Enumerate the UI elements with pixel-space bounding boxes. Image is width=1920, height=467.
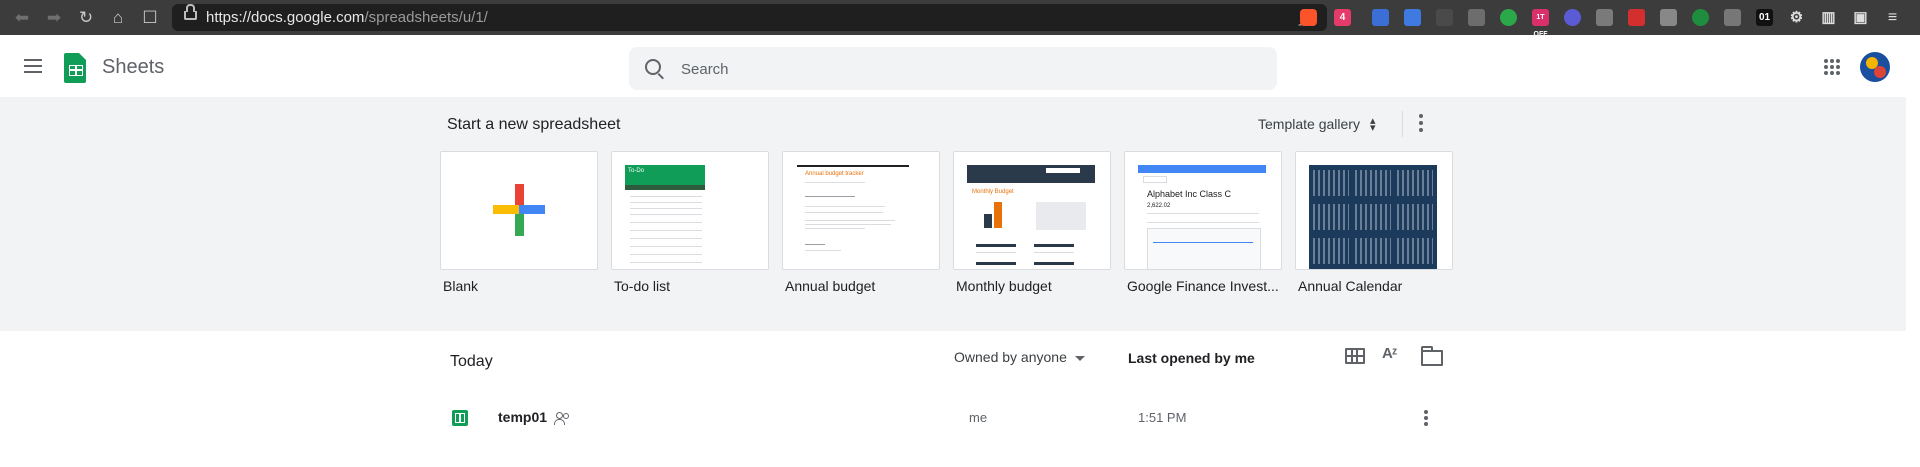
- plus-icon: [493, 184, 545, 236]
- sheets-file-icon: [452, 410, 468, 426]
- sort-az-icon[interactable]: Aᶻ: [1382, 345, 1397, 362]
- file-owner: me: [969, 410, 988, 425]
- template-card-annual-budget[interactable]: Annual budget tracker: [782, 151, 940, 270]
- extension-icon-9[interactable]: [1628, 9, 1645, 26]
- extension-icon-5[interactable]: [1500, 9, 1517, 26]
- extension-icon-12[interactable]: [1724, 9, 1741, 26]
- file-row[interactable]: temp01 me 1:51 PM: [440, 396, 1440, 440]
- more-options-icon[interactable]: [1416, 111, 1426, 137]
- camera-icon[interactable]: [1468, 9, 1485, 26]
- file-last-opened: 1:51 PM: [1138, 410, 1187, 425]
- dropdown-arrow-icon: [1074, 355, 1085, 361]
- extension-icon-10[interactable]: [1660, 9, 1677, 26]
- files-section-title: Today: [450, 353, 493, 370]
- url-text: https://docs.google.com/spreadsheets/u/1…: [206, 9, 488, 26]
- template-card-finance[interactable]: Alphabet Inc Class C 2,622.02: [1124, 151, 1282, 270]
- template-card-todo[interactable]: To-Do: [611, 151, 769, 270]
- template-card-monthly-budget[interactable]: Monthly Budget: [953, 151, 1111, 270]
- template-section-title: Start a new spreadsheet: [447, 116, 621, 133]
- sheets-logo-icon[interactable]: [64, 53, 86, 83]
- extension-icon-11[interactable]: [1692, 9, 1709, 26]
- template-card-annual-calendar[interactable]: [1295, 151, 1453, 270]
- extension-icon-7[interactable]: [1564, 9, 1581, 26]
- extension-icon-8[interactable]: [1596, 9, 1613, 26]
- lock-icon: [184, 4, 197, 20]
- template-label[interactable]: Google Finance Invest...: [1127, 278, 1279, 294]
- template-label[interactable]: Annual budget: [785, 278, 875, 294]
- forward-icon[interactable]: ➡: [44, 8, 64, 28]
- shared-people-icon: [554, 412, 570, 425]
- account-avatar[interactable]: [1860, 52, 1890, 82]
- apps-grid-icon[interactable]: [1824, 59, 1840, 75]
- home-icon[interactable]: ⌂: [108, 8, 128, 28]
- menu-icon[interactable]: [24, 59, 42, 73]
- search-input[interactable]: [679, 47, 1243, 92]
- sidebar-icon[interactable]: ▥: [1820, 9, 1837, 26]
- search-box[interactable]: [629, 47, 1277, 92]
- sort-label[interactable]: Last opened by me: [1128, 350, 1255, 366]
- counter-extension-icon[interactable]: 01: [1756, 9, 1773, 26]
- app-header: Sheets: [0, 35, 1920, 97]
- extension-icon-3[interactable]: [1436, 9, 1453, 26]
- brave-rewards-icon[interactable]: 4: [1334, 9, 1351, 26]
- template-label[interactable]: To-do list: [614, 278, 670, 294]
- reload-icon[interactable]: ↻: [76, 8, 96, 28]
- extension-icon-1[interactable]: [1372, 9, 1389, 26]
- browser-menu-icon[interactable]: ≡: [1884, 9, 1901, 26]
- file-name: temp01: [498, 409, 548, 425]
- row-more-options-icon[interactable]: [1423, 408, 1429, 428]
- browser-toolbar: ⬅ ➡ ↻ ⌂ ☐ https://docs.google.com/spread…: [0, 0, 1920, 38]
- search-icon[interactable]: [645, 59, 661, 75]
- todo-thumb-header: To-Do: [625, 165, 705, 185]
- template-gallery-button[interactable]: Template gallery ▴ ▾: [1250, 110, 1383, 138]
- unfold-icon: ▴ ▾: [1369, 115, 1376, 135]
- grid-view-icon[interactable]: [1345, 348, 1365, 364]
- folder-picker-icon[interactable]: [1421, 346, 1443, 366]
- app-name[interactable]: Sheets: [102, 56, 164, 79]
- address-bar[interactable]: https://docs.google.com/spreadsheets/u/1…: [172, 4, 1327, 31]
- bookmark-icon[interactable]: ☐: [140, 8, 160, 28]
- back-icon[interactable]: ⬅: [12, 8, 32, 28]
- template-section: Start a new spreadsheet Template gallery…: [0, 97, 1906, 331]
- toggle-extension-icon[interactable]: 1T OFF: [1532, 9, 1549, 38]
- template-label[interactable]: Monthly budget: [956, 278, 1052, 294]
- puzzle-icon[interactable]: ⚙: [1788, 9, 1805, 26]
- brave-shield-icon[interactable]: [1300, 9, 1317, 26]
- template-card-blank[interactable]: [440, 151, 598, 270]
- divider: [1402, 111, 1403, 137]
- template-label[interactable]: Blank: [443, 278, 478, 294]
- owner-filter-dropdown[interactable]: Owned by anyone: [954, 349, 1085, 365]
- template-label[interactable]: Annual Calendar: [1298, 278, 1402, 294]
- translate-icon[interactable]: [1404, 9, 1421, 26]
- wallet-icon[interactable]: ▣: [1852, 9, 1869, 26]
